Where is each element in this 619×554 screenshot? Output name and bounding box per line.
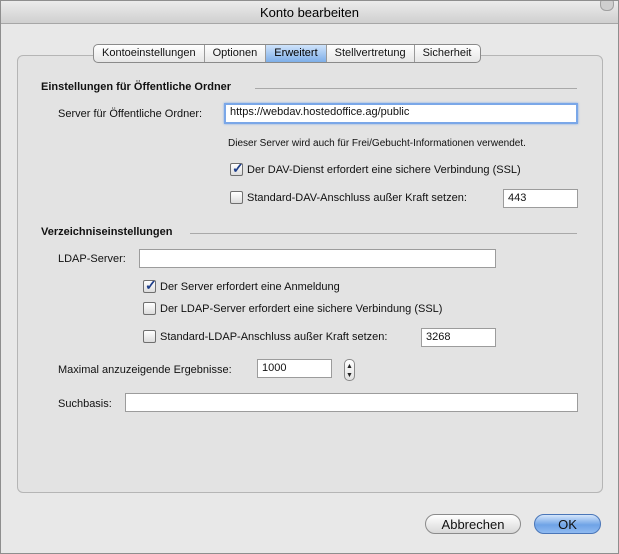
- tab-stellvertretung[interactable]: Stellvertretung: [327, 45, 415, 62]
- checkmark-icon: ✓: [145, 277, 157, 293]
- section-divider: [190, 233, 577, 234]
- window-control-icon[interactable]: [600, 1, 614, 11]
- public-server-note: Dieser Server wird auch für Frei/Gebucht…: [228, 138, 526, 149]
- tab-bar: Kontoeinstellungen Optionen Erweitert St…: [93, 44, 481, 63]
- ldap-ssl-label: Der LDAP-Server erfordert eine sichere V…: [160, 303, 443, 315]
- dav-port-input[interactable]: 443: [503, 189, 578, 208]
- ldap-auth-checkbox[interactable]: ✓: [143, 277, 157, 293]
- tab-erweitert[interactable]: Erweitert: [266, 45, 327, 62]
- searchbase-input[interactable]: [125, 393, 578, 412]
- directory-section-title: Verzeichniseinstellungen: [41, 226, 173, 238]
- ldap-port-input[interactable]: 3268: [421, 328, 496, 347]
- max-results-input[interactable]: 1000: [257, 359, 332, 378]
- dialog-window: Konto bearbeiten Kontoeinstellungen Opti…: [0, 0, 619, 554]
- stepper-up-icon[interactable]: ▲: [346, 363, 353, 370]
- dav-ssl-checkbox[interactable]: ✓: [230, 160, 244, 176]
- cancel-button[interactable]: Abbrechen: [425, 514, 521, 534]
- ldap-server-input[interactable]: [139, 249, 496, 268]
- public-folders-section-title: Einstellungen für Öffentliche Ordner: [41, 81, 232, 93]
- checkmark-icon: ✓: [232, 160, 244, 176]
- max-results-label: Maximal anzuzeigende Ergebnisse:: [58, 364, 232, 376]
- public-server-input[interactable]: https://webdav.hostedoffice.ag/public: [224, 103, 578, 124]
- dav-port-override-checkbox[interactable]: [230, 191, 243, 204]
- ldap-server-label: LDAP-Server:: [58, 253, 126, 265]
- stepper-down-icon[interactable]: ▼: [346, 372, 353, 379]
- tab-sicherheit[interactable]: Sicherheit: [415, 45, 480, 62]
- max-results-stepper[interactable]: ▲ ▼: [344, 359, 355, 381]
- tab-kontoeinstellungen[interactable]: Kontoeinstellungen: [94, 45, 205, 62]
- ldap-port-override-label: Standard-LDAP-Anschluss außer Kraft setz…: [160, 331, 388, 343]
- ok-button[interactable]: OK: [534, 514, 601, 534]
- window-title: Konto bearbeiten: [259, 5, 360, 20]
- dav-port-override-label: Standard-DAV-Anschluss außer Kraft setze…: [247, 192, 467, 204]
- ldap-port-override-checkbox[interactable]: [143, 330, 156, 343]
- title-bar[interactable]: Konto bearbeiten: [1, 1, 618, 24]
- section-divider: [255, 88, 577, 89]
- tab-optionen[interactable]: Optionen: [205, 45, 267, 62]
- public-server-label: Server für Öffentliche Ordner:: [58, 108, 203, 120]
- ldap-ssl-checkbox[interactable]: [143, 302, 156, 315]
- dav-ssl-label: Der DAV-Dienst erfordert eine sichere Ve…: [247, 164, 521, 176]
- ldap-auth-label: Der Server erfordert eine Anmeldung: [160, 281, 340, 293]
- searchbase-label: Suchbasis:: [58, 398, 112, 410]
